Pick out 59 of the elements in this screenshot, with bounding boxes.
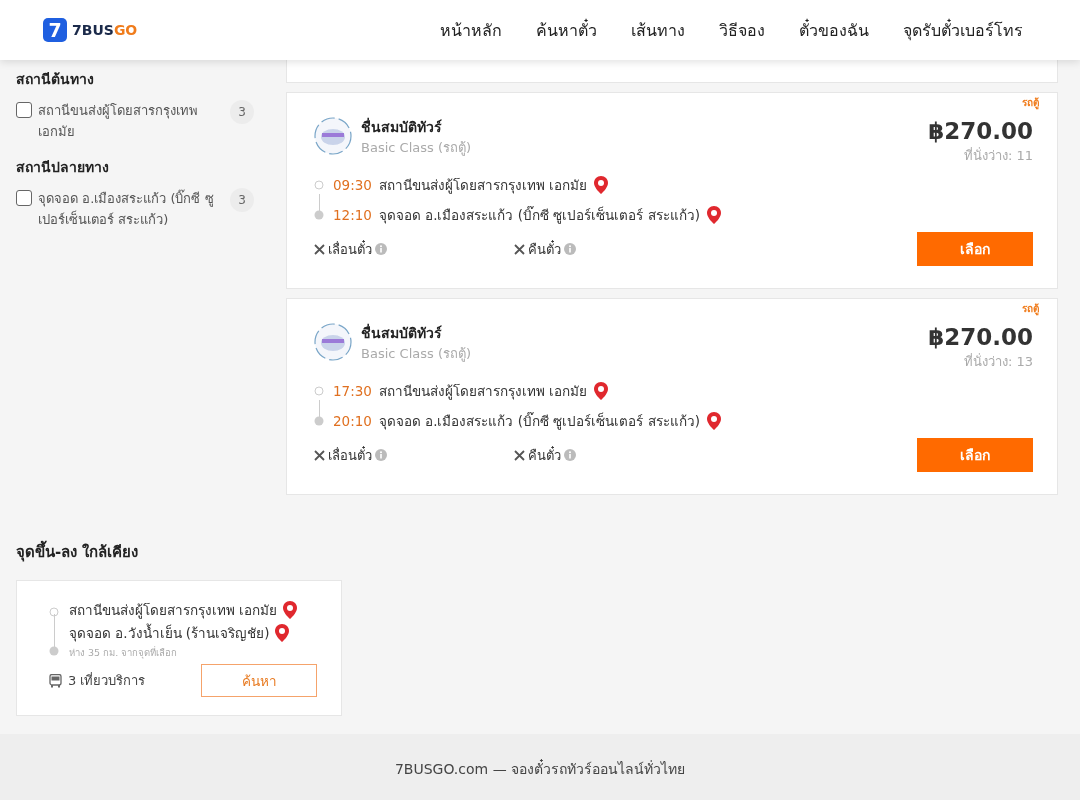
seats-available: ที่นั่งว่าง: 13 bbox=[963, 352, 1033, 371]
footer-text: 7BUSGO.com — จองตั๋วรถทัวร์ออนไลน์ทั่วไทย bbox=[394, 758, 686, 779]
bus-icon bbox=[49, 673, 62, 688]
filter-heading: สถานีต้นทาง bbox=[16, 70, 95, 89]
nav-link[interactable]: วิธีจอง bbox=[719, 17, 765, 43]
stop-name: จุดจอด อ.วังน้ำเย็น (ร้านเจริญชัย) bbox=[69, 622, 270, 644]
stop-name: สถานีขนส่งผู้โดยสารกรุงเทพ เอกมัย bbox=[378, 382, 588, 402]
trip-count: 3 เที่ยวบริการ bbox=[68, 671, 146, 690]
stop-name: สถานีขนส่งผู้โดยสารกรุงเทพ เอกมัย bbox=[69, 601, 278, 621]
map-pin-icon bbox=[594, 382, 609, 400]
departure-time: 12:10 bbox=[333, 207, 372, 223]
price: ฿270.00 bbox=[928, 323, 1033, 351]
origin-dot-icon bbox=[314, 386, 324, 396]
filter-option-label[interactable]: จุดจอด อ.เมืองสระแก้ว (บิ๊กซี ซูเปอร์เซ็นเตอร์ สระแก้ว) bbox=[38, 188, 224, 230]
section-title: จุดขึ้น-ลง ใกล้เคียง bbox=[16, 540, 1080, 564]
vehicle-type-label: รถตู้ bbox=[1022, 96, 1039, 110]
policy-label: เลื่อนตั๋ว bbox=[328, 239, 372, 259]
bus-class: Basic Class (รถตู้) bbox=[361, 345, 472, 364]
price: ฿270.00 bbox=[928, 117, 1033, 145]
checkbox[interactable] bbox=[16, 190, 32, 206]
info-icon[interactable] bbox=[375, 449, 387, 461]
nav-link[interactable]: ค้นหาตั๋ว bbox=[536, 17, 597, 43]
nav-link[interactable]: จุดรับตั๋วเบอร์โทร bbox=[903, 17, 1023, 43]
operator-logo-icon bbox=[314, 117, 352, 155]
logo-icon[interactable]: 7 bbox=[43, 18, 67, 42]
info-icon[interactable] bbox=[564, 243, 576, 255]
operator-name: ชื่นสมบัติทัวร์ bbox=[361, 323, 443, 343]
policy-label: คืนตั๋ว bbox=[528, 445, 561, 465]
operator-name: ชื่นสมบัติทัวร์ bbox=[361, 117, 443, 137]
filter-heading: สถานีปลายทาง bbox=[16, 158, 110, 177]
stop-name: จุดจอด อ.เมืองสระแก้ว (บิ๊กซี ซูเปอร์เซ็นเตอร์ สระแก้ว) bbox=[378, 205, 700, 226]
count-badge: 3 bbox=[230, 188, 254, 212]
count-badge: 3 bbox=[230, 100, 254, 124]
map-pin-icon bbox=[706, 206, 721, 224]
vehicle-type-label: รถตู้ bbox=[1022, 302, 1039, 316]
bus-class: Basic Class (รถตู้) bbox=[361, 139, 472, 158]
map-pin-icon bbox=[706, 412, 721, 430]
nav-link[interactable]: ตั๋วของฉัน bbox=[799, 17, 869, 43]
checkbox[interactable] bbox=[16, 102, 32, 118]
logo-text[interactable]: 7BUSGO bbox=[72, 22, 138, 38]
map-pin-icon bbox=[283, 601, 298, 619]
policy-label: เลื่อนตั๋ว bbox=[328, 445, 372, 465]
origin-dot-icon bbox=[314, 180, 324, 190]
info-icon[interactable] bbox=[375, 243, 387, 255]
filter-option-label[interactable]: สถานีขนส่งผู้โดยสารกรุงเทพ เอกมัย bbox=[38, 100, 224, 142]
distance-note: ห่าง 35 กม. จากจุดที่เลือก bbox=[69, 645, 179, 660]
departure-time: 20:10 bbox=[333, 413, 372, 429]
departure-time: 09:30 bbox=[333, 177, 372, 193]
nav-link[interactable]: หน้าหลัก bbox=[440, 17, 502, 43]
nav-link[interactable]: เส้นทาง bbox=[631, 17, 685, 43]
stop-name: จุดจอด อ.เมืองสระแก้ว (บิ๊กซี ซูเปอร์เซ็นเตอร์ สระแก้ว) bbox=[378, 411, 700, 432]
map-pin-icon bbox=[275, 624, 290, 642]
seats-available: ที่นั่งว่าง: 11 bbox=[963, 146, 1033, 165]
info-icon[interactable] bbox=[564, 449, 576, 461]
policy-label: คืนตั๋ว bbox=[528, 239, 561, 259]
stop-name: สถานีขนส่งผู้โดยสารกรุงเทพ เอกมัย bbox=[378, 176, 588, 196]
departure-time: 17:30 bbox=[333, 383, 372, 399]
map-pin-icon bbox=[594, 176, 609, 194]
operator-logo-icon bbox=[314, 323, 352, 361]
